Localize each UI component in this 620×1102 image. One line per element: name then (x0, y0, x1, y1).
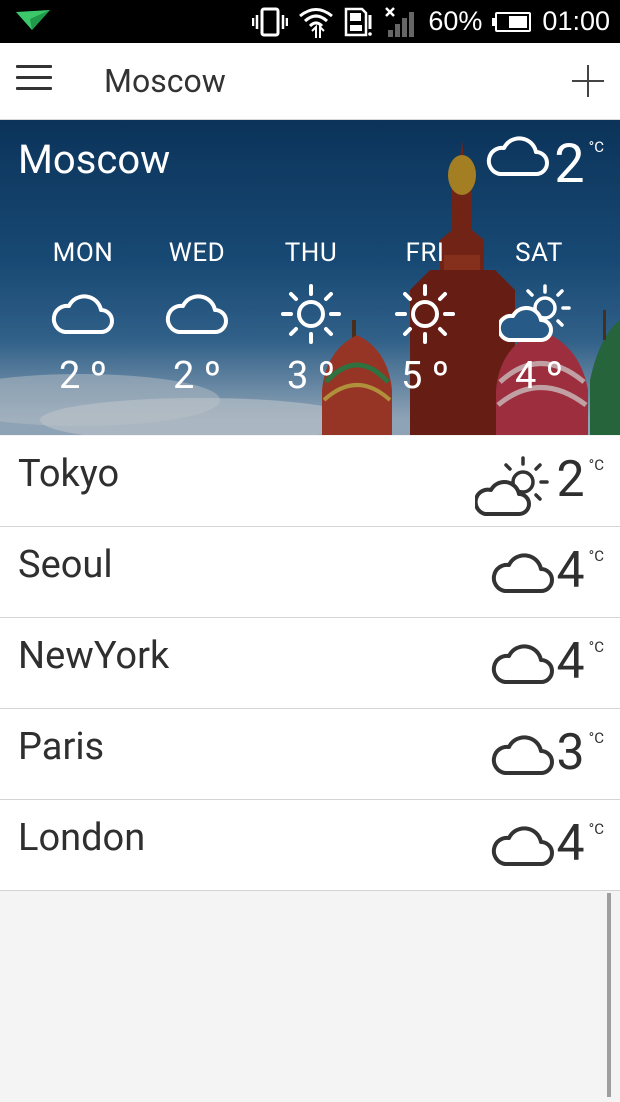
list-item[interactable]: NewYork 4 °C (0, 618, 620, 709)
temp-unit: °C (588, 638, 604, 656)
forecast-day-temp: 2 º (58, 354, 108, 398)
forecast-day-name: FRI (405, 238, 445, 268)
city-temp: 3 (556, 724, 585, 782)
partly-cloudy-icon (499, 284, 571, 342)
wifi-icon (299, 7, 334, 38)
hero-current-temp: 2 (554, 133, 585, 196)
cloud-icon (491, 735, 554, 775)
forecast-day-temp: 3 º (286, 354, 336, 398)
app-bar-title: Moscow (104, 62, 226, 100)
forecast-day-name: MON (52, 238, 114, 268)
status-bar: 60% 01:00 (0, 0, 620, 43)
temp-unit: °C (588, 820, 604, 838)
sd-card-icon (345, 7, 373, 36)
forecast-day-temp: 4 º (514, 354, 564, 398)
vibrate-icon (252, 7, 289, 36)
forecast-day: MON 2 º (26, 238, 140, 398)
partly-cloudy-icon (474, 456, 549, 516)
city-temp: 4 (556, 542, 585, 600)
temp-unit: °C (588, 456, 604, 474)
city-name: Paris (18, 725, 105, 769)
sun-icon (281, 284, 341, 344)
city-name: Tokyo (18, 452, 120, 496)
city-name: London (18, 816, 146, 860)
sun-icon (395, 284, 455, 344)
forecast-day-name: THU (284, 238, 338, 268)
cloud-icon (491, 644, 554, 684)
forecast-day-temp: 2 º (172, 354, 222, 398)
plus-icon[interactable] (570, 63, 606, 99)
hero-current-weather: 2 °C (486, 134, 604, 196)
current-city-card[interactable]: Moscow 2 °C MON 2 º WED 2 º THU 3 º FRI … (0, 120, 620, 435)
battery-percent: 60% (428, 6, 483, 36)
city-temp: 2 (556, 451, 585, 509)
hero-city-name: Moscow (18, 136, 171, 183)
forecast-day: THU 3 º (254, 238, 368, 398)
forecast-day-name: SAT (515, 238, 563, 268)
forecast-day: SAT 4 º (482, 238, 596, 398)
city-name: Seoul (18, 543, 113, 587)
city-list: Tokyo 2 °C Seoul 4 °C NewYork 4 °C Paris… (0, 436, 620, 891)
hamburger-menu-icon[interactable] (16, 65, 52, 97)
city-temp: 4 (556, 815, 585, 873)
app-bar: Moscow (0, 43, 620, 120)
cloud-icon (491, 553, 554, 593)
cloud-icon (487, 136, 550, 176)
forecast-day: FRI 5 º (368, 238, 482, 398)
no-signal-icon (385, 6, 415, 37)
notification-plane-icon (16, 10, 50, 30)
hero-temp-unit: °C (588, 138, 604, 156)
scrollbar[interactable] (607, 893, 611, 1097)
cloud-icon (491, 826, 554, 866)
list-item[interactable]: Tokyo 2 °C (0, 436, 620, 527)
city-temp: 4 (556, 633, 585, 691)
clock: 01:00 (542, 6, 610, 36)
city-name: NewYork (18, 634, 170, 678)
battery-icon (492, 11, 532, 32)
cloud-icon (165, 294, 228, 334)
list-item[interactable]: Paris 3 °C (0, 709, 620, 800)
list-item[interactable]: London 4 °C (0, 800, 620, 891)
cloud-icon (51, 294, 114, 334)
forecast-day-temp: 5 º (400, 354, 450, 398)
temp-unit: °C (588, 547, 604, 565)
temp-unit: °C (588, 729, 604, 747)
forecast-day: WED 2 º (140, 238, 254, 398)
forecast-day-name: WED (168, 238, 226, 268)
forecast-strip: MON 2 º WED 2 º THU 3 º FRI 5 º SAT 4 º (26, 238, 596, 398)
list-item[interactable]: Seoul 4 °C (0, 527, 620, 618)
